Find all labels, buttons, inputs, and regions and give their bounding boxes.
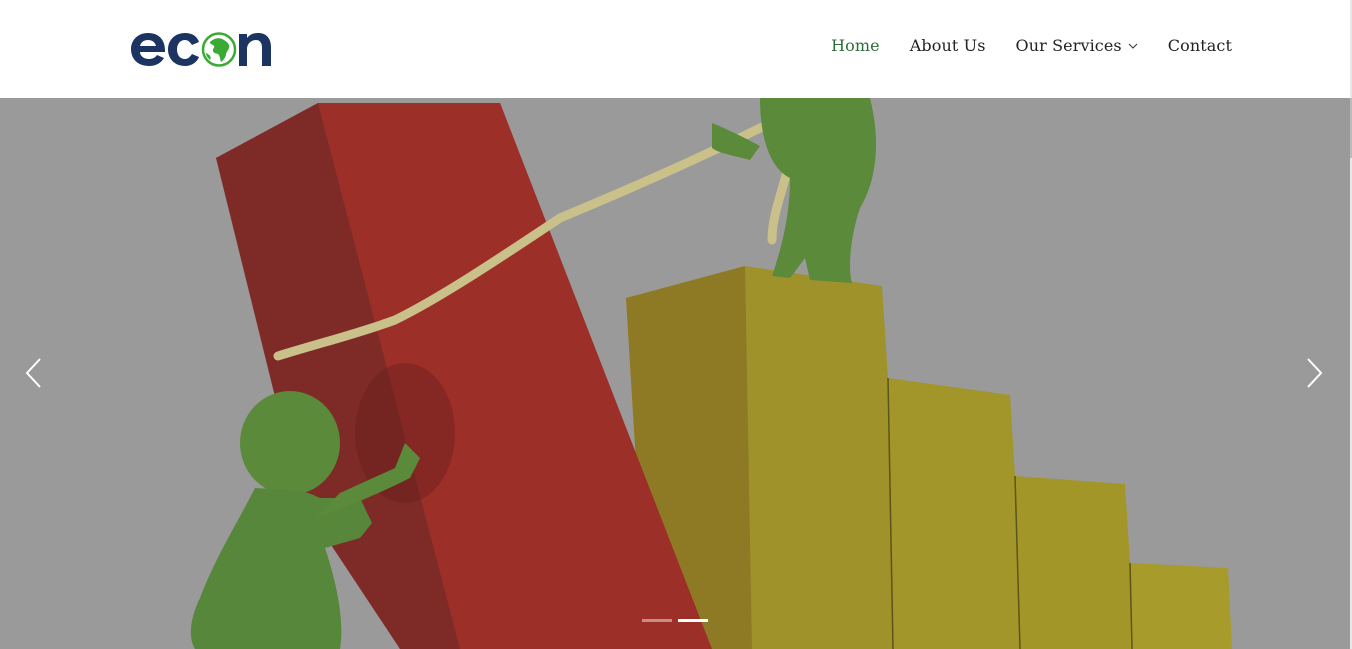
carousel-dot-2[interactable] [678,619,708,622]
carousel-next-button[interactable] [1302,356,1326,390]
green-figure-top [712,98,876,283]
hero-slide-image [190,98,1232,649]
carousel-indicators [642,619,708,622]
main-nav: Home About Us Our Services Contact [831,36,1232,55]
nav-about-us[interactable]: About Us [910,36,986,55]
chevron-left-icon [25,358,41,388]
chevron-right-icon [1307,358,1323,388]
nav-home[interactable]: Home [831,36,880,55]
econ-logo[interactable] [130,24,290,70]
nav-contact[interactable]: Contact [1168,36,1232,55]
carousel-prev-button[interactable] [22,356,46,390]
nav-our-services[interactable]: Our Services [1016,36,1138,55]
nav-our-services-label: Our Services [1015,36,1122,55]
nav-contact-label: Contact [1167,36,1232,55]
carousel-dot-1[interactable] [642,619,672,622]
chevron-down-icon [1128,43,1138,49]
hero-carousel [0,98,1350,649]
logo-graphic [131,32,271,67]
yellow-bar-chart [626,266,1232,649]
site-header: Home About Us Our Services Contact [0,0,1352,98]
nav-about-us-label: About Us [909,36,986,55]
nav-home-label: Home [831,36,880,55]
